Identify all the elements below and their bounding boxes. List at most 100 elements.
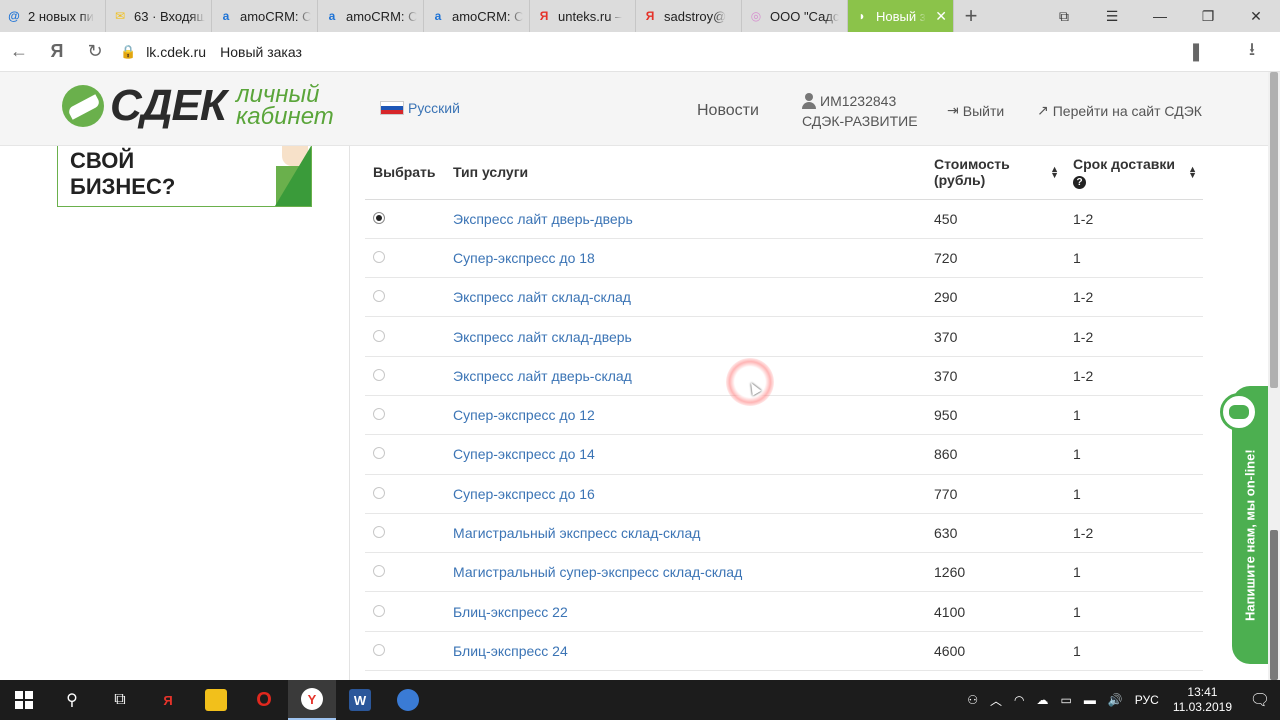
collections-icon[interactable]: ⧉ [1040, 0, 1088, 32]
cdek-logo[interactable]: СДЕК личный кабинет [62, 83, 334, 129]
service-link[interactable]: Супер-экспресс до 16 [453, 486, 595, 502]
scrollbar-thumb[interactable] [1270, 72, 1278, 388]
word-icon[interactable]: W [336, 680, 384, 720]
service-link[interactable]: Экспресс лайт склад-склад [453, 289, 631, 305]
logout-link[interactable]: ⇥ Выйти [947, 102, 1004, 119]
service-link[interactable]: Блиц-экспресс 22 [453, 604, 568, 620]
table-row: Магистральный экспресс склад-склад 630 1-2 [365, 513, 1203, 554]
tariff-radio[interactable] [373, 250, 385, 263]
tariff-radio[interactable] [373, 604, 385, 617]
address-bar: ← Я ↻ 🔒 lk.cdek.ru Новый заказ ❚ ⭳ [0, 32, 1280, 72]
service-cell: Экспресс лайт дверь-дверь [445, 199, 926, 239]
browser-tab[interactable]: Яsadstroy@ [636, 0, 742, 32]
tariff-radio[interactable] [373, 329, 385, 342]
notification-icon[interactable]: 🗨 [1240, 690, 1280, 710]
minimize-button[interactable]: — [1136, 0, 1184, 32]
goto-site-link[interactable]: ↗ Перейти на сайт СДЭК [1037, 102, 1202, 119]
bookmark-icon[interactable]: ❚ [1168, 32, 1224, 72]
browser-tab-title: sadstroy@ [664, 8, 727, 24]
close-tab-icon[interactable]: ✕ [931, 8, 947, 25]
sort-icon[interactable]: ▲ ▼ [1050, 165, 1059, 180]
cost-column-header[interactable]: Стоимость (рубль) ▲ ▼ [926, 146, 1065, 200]
browser-tab-title: Новый з [876, 8, 926, 24]
yandex-browser-active-icon[interactable]: Y [288, 680, 336, 720]
opera-icon[interactable]: O [240, 680, 288, 720]
taskbar-clock[interactable]: 13:41 11.03.2019 [1165, 685, 1240, 715]
service-link[interactable]: Магистральный супер-экспресс склад-склад [453, 564, 742, 580]
url-page-title: Новый заказ [220, 43, 302, 60]
service-link[interactable]: Экспресс лайт склад-дверь [453, 329, 632, 345]
back-arrow-icon[interactable]: ← [0, 32, 38, 72]
browser-tab[interactable]: ◎ ООО "Садс [742, 0, 848, 32]
service-link[interactable]: Блиц-экспресс 24 [453, 643, 568, 659]
browser-tab[interactable]: a amoCRM: С [424, 0, 530, 32]
reload-icon[interactable]: ↻ [76, 32, 114, 72]
browser-tab-title: amoCRM: С [346, 8, 417, 24]
term-cell: 1 [1065, 474, 1203, 514]
tariff-radio[interactable] [373, 643, 385, 656]
download-icon[interactable]: ⭳ [1224, 32, 1280, 72]
cost-cell: 370 [926, 356, 1065, 396]
battery-icon[interactable]: ▬ [1078, 693, 1102, 707]
downloads-menu-icon[interactable]: ☰ [1088, 0, 1136, 32]
table-row: Экспресс лайт склад-склад 290 1-2 [365, 277, 1203, 318]
browser-tabstrip: @2 новых пи ✉ 63 · Входящ a amoCRM: Сa amoCRM… [0, 0, 1280, 32]
tariff-radio[interactable] [373, 290, 385, 303]
cost-cell: 1260 [926, 552, 1065, 593]
service-link[interactable]: Экспресс лайт дверь-дверь [453, 211, 633, 227]
tariff-radio[interactable] [373, 211, 385, 224]
yandex-home-icon[interactable]: Я [38, 32, 76, 72]
browser-tab[interactable]: ✉ 63 · Входящ [106, 0, 212, 32]
network-icon[interactable]: ◠ [1008, 693, 1030, 707]
camera-app-icon[interactable] [384, 680, 432, 720]
select-cell [365, 277, 445, 318]
promo-banner[interactable]: СВОЙ БИЗНЕС? [57, 146, 312, 207]
windows-start-icon[interactable] [0, 680, 48, 720]
clock-date: 11.03.2019 [1172, 700, 1232, 714]
chevron-up-icon[interactable]: ︿ [984, 692, 1008, 709]
help-icon[interactable]: ? [1073, 175, 1086, 189]
yandex-browser-pinned-icon[interactable]: Я [144, 680, 192, 720]
search-icon[interactable]: ⚲ [48, 680, 96, 720]
chat-bubble-icon[interactable] [1220, 393, 1258, 431]
tariff-radio[interactable] [373, 408, 385, 421]
tariff-radio[interactable] [373, 526, 385, 539]
cloud-icon[interactable]: ☁ [1031, 693, 1055, 707]
term-cell: 1 [1065, 552, 1203, 593]
new-tab-button[interactable]: + [954, 0, 988, 32]
display-icon[interactable]: ▭ [1055, 693, 1078, 707]
sort-icon[interactable]: ▲ ▼ [1188, 165, 1197, 180]
service-link[interactable]: Супер-экспресс до 14 [453, 446, 595, 462]
tariff-radio[interactable] [373, 565, 385, 578]
chat-widget-label[interactable]: Напишите нам, мы on-line! [1236, 430, 1264, 640]
file-explorer-icon[interactable] [192, 680, 240, 720]
language-selector[interactable]: Русский [380, 100, 460, 116]
browser-tab[interactable]: ◗ Новый з ✕ [848, 0, 954, 32]
select-cell [365, 631, 445, 672]
cost-cell: 4600 [926, 631, 1065, 672]
browser-tab[interactable]: @2 новых пи [0, 0, 106, 32]
service-link[interactable]: Супер-экспресс до 12 [453, 407, 595, 423]
task-view-icon[interactable]: ⧉ [96, 680, 144, 720]
tariff-radio[interactable] [373, 486, 385, 499]
term-column-header[interactable]: Срок доставки ? ▲ ▼ [1065, 146, 1203, 200]
goto-site-label: Перейти на сайт СДЭК [1052, 102, 1202, 119]
user-account[interactable]: ИМ1232843 СДЭК-РАЗВИТИЕ [802, 91, 918, 131]
people-icon[interactable]: ⚇ [961, 693, 984, 707]
close-window-button[interactable]: ✕ [1232, 0, 1280, 32]
input-language[interactable]: РУС [1129, 693, 1165, 707]
service-link[interactable]: Супер-экспресс до 18 [453, 250, 595, 266]
maximize-button[interactable]: ❐ [1184, 0, 1232, 32]
volume-icon[interactable]: 🔊 [1102, 693, 1129, 707]
news-link[interactable]: Новости [697, 102, 759, 120]
browser-tab[interactable]: a amoCRM: С [318, 0, 424, 32]
tariff-radio[interactable] [373, 447, 385, 460]
url-field[interactable]: 🔒 lk.cdek.ru Новый заказ [120, 37, 1168, 67]
browser-tab[interactable]: a amoCRM: С [212, 0, 318, 32]
browser-tab[interactable]: Яunteks.ru – [530, 0, 636, 32]
service-link[interactable]: Экспресс лайт дверь-склад [453, 368, 632, 384]
page-scrollbar[interactable] [1268, 72, 1280, 680]
tariff-radio[interactable] [373, 368, 385, 381]
scrollbar-track-segment [1270, 530, 1278, 680]
service-link[interactable]: Магистральный экспресс склад-склад [453, 525, 700, 541]
